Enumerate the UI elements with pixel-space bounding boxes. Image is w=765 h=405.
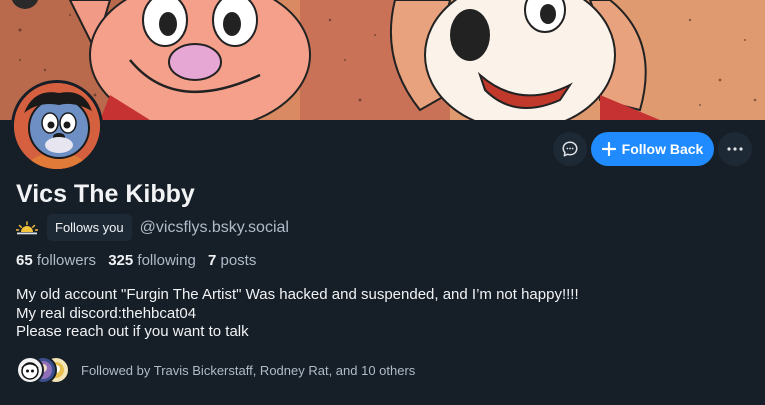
posts-label: posts: [220, 252, 257, 269]
more-options-button[interactable]: [718, 132, 752, 166]
profile-bio: My old account "Furgin The Artist" Was h…: [16, 286, 746, 342]
follows-you-badge: Follows you: [47, 214, 132, 241]
profile-stats: 65 followers 325 following 7 posts: [16, 252, 264, 269]
message-button[interactable]: [553, 132, 587, 166]
following-stat[interactable]: 325 following: [108, 252, 196, 269]
following-count: 325: [108, 252, 134, 269]
chat-bubble-icon: [562, 141, 578, 157]
handle-row: Follows you @vicsflys.bsky.social: [16, 214, 289, 241]
followers-stat[interactable]: 65 followers: [16, 252, 96, 269]
following-label: following: [137, 252, 196, 269]
bio-line: My old account "Furgin The Artist" Was h…: [16, 286, 579, 303]
banner-artwork: [11, 0, 757, 120]
sunrise-icon: [16, 217, 38, 239]
profile-banner[interactable]: [0, 0, 765, 120]
follow-back-label: Follow Back: [621, 141, 704, 157]
followers-label: followers: [36, 252, 97, 269]
follow-back-button[interactable]: Follow Back: [591, 132, 714, 166]
bio-line: Please reach out if you want to talk: [16, 323, 249, 340]
display-name: Vics The Kibby: [16, 180, 195, 208]
avatar-image: [14, 83, 100, 169]
followers-count: 65: [16, 252, 33, 269]
followed-by-row[interactable]: Followed by Travis Bickerstaff, Rodney R…: [16, 355, 415, 385]
posts-stat: 7 posts: [208, 252, 256, 269]
bio-line: My real discord:thehbcat04: [16, 304, 197, 322]
ellipsis-icon: [727, 147, 743, 151]
posts-count: 7: [207, 252, 217, 269]
followed-by-avatars: [16, 355, 72, 385]
profile-avatar[interactable]: [11, 80, 103, 172]
profile-handle: @vicsflys.bsky.social: [139, 218, 289, 236]
follower-avatar: [16, 356, 44, 384]
plus-icon: [601, 142, 616, 156]
followed-by-text: Followed by Travis Bickerstaff, Rodney R…: [81, 362, 416, 378]
